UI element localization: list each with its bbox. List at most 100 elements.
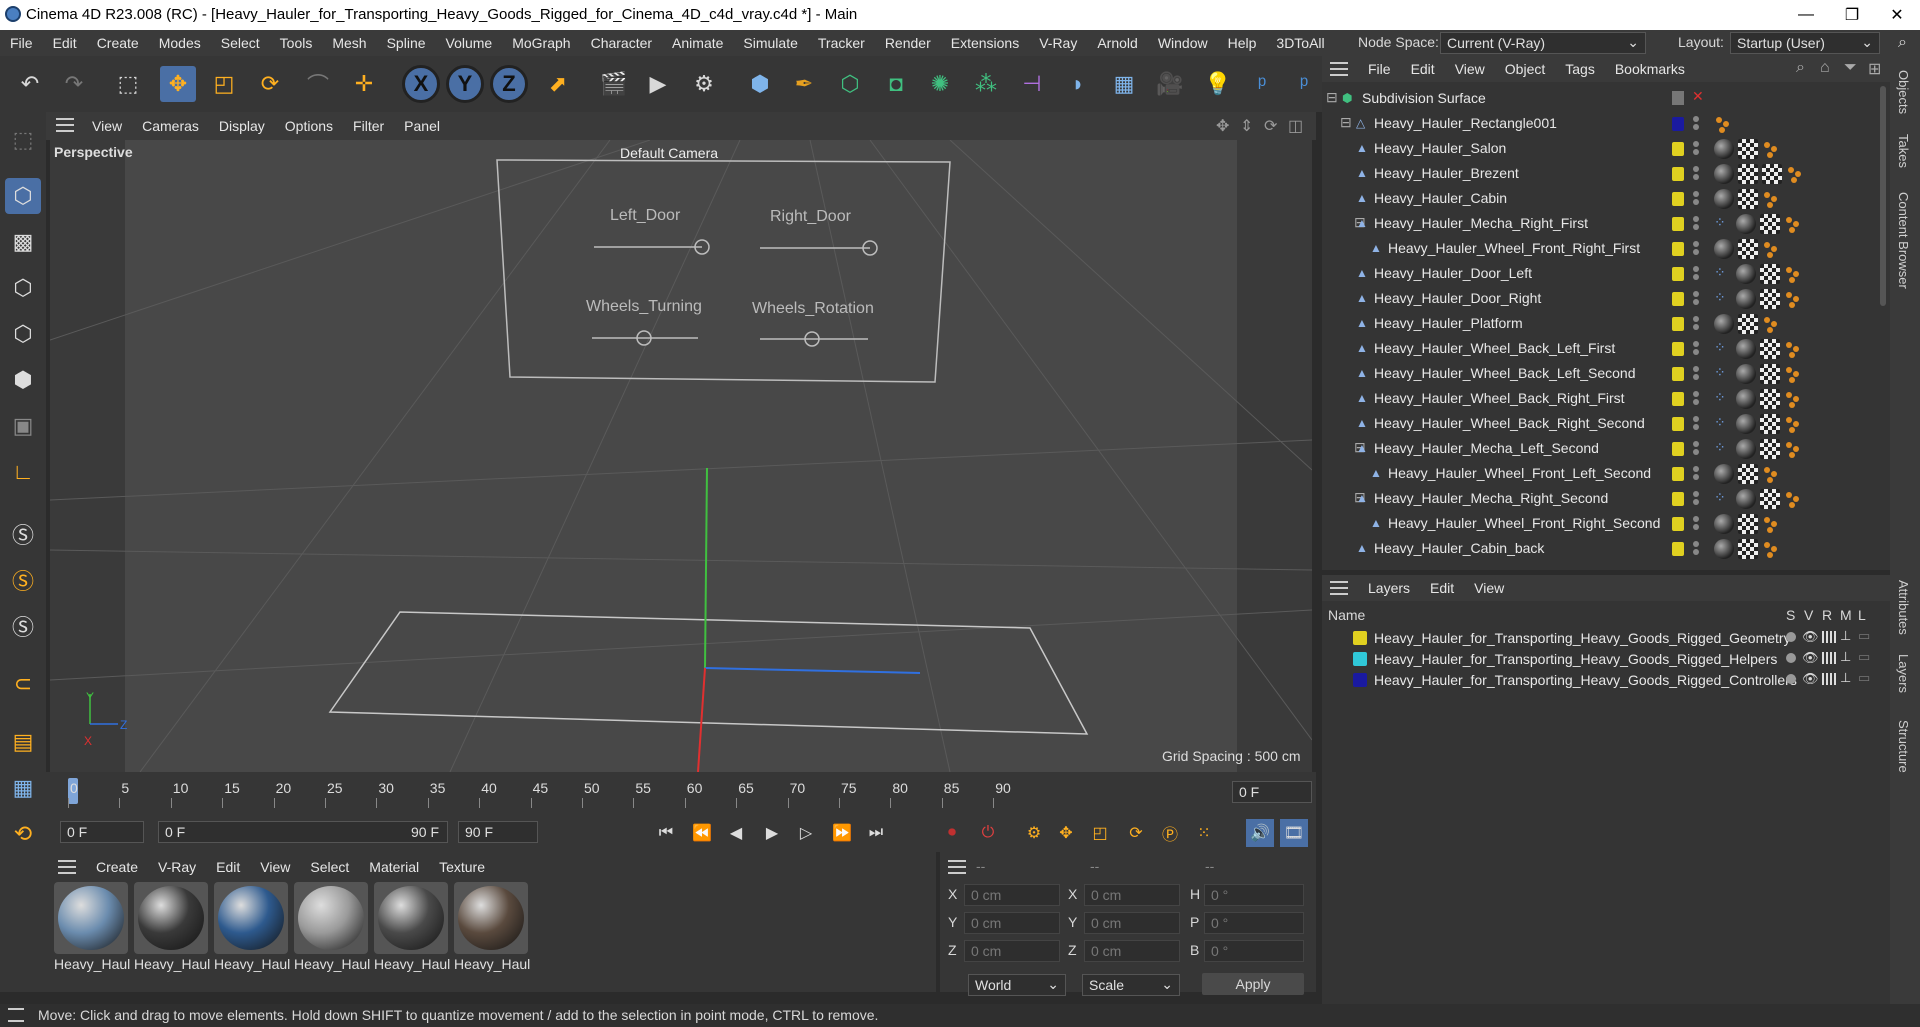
- edit-check-icon[interactable]: [1672, 91, 1684, 105]
- manager-toggle-icon[interactable]: ⊥: [1840, 628, 1851, 644]
- uv-mode-icon[interactable]: ▣: [5, 408, 41, 444]
- current-frame-field[interactable]: 0 F: [1232, 781, 1312, 803]
- material-label[interactable]: Heavy_Haul: [214, 956, 290, 972]
- position-field[interactable]: 0 cm: [964, 912, 1060, 934]
- layout-select[interactable]: Startup (User) ⌄: [1730, 32, 1880, 54]
- key-parameter-icon[interactable]: Ⓟ: [1156, 819, 1184, 847]
- layer-color[interactable]: [1672, 367, 1684, 381]
- visibility-dots[interactable]: [1693, 116, 1699, 130]
- record-icon[interactable]: ⏺: [938, 819, 966, 847]
- 3d-viewport[interactable]: Perspective Default Camera Left_Door Rig…: [50, 140, 1312, 772]
- main-menu-item[interactable]: Render: [875, 35, 941, 51]
- main-menu-item[interactable]: File: [0, 35, 43, 51]
- texture-mode-icon[interactable]: ▩: [5, 224, 41, 260]
- texture-tag-icon[interactable]: [1760, 414, 1780, 434]
- key-position-icon[interactable]: ✥: [1052, 819, 1080, 847]
- texture-tag-icon[interactable]: [1760, 214, 1780, 234]
- z-axis-lock-button[interactable]: Z: [490, 65, 528, 103]
- viewport-menu-item[interactable]: Display: [209, 118, 275, 134]
- object-menu-item[interactable]: Tags: [1555, 61, 1605, 77]
- rotate-tool-icon[interactable]: ⟳: [252, 66, 288, 102]
- go-to-end-icon[interactable]: ⏭: [862, 819, 890, 847]
- object-menu-item[interactable]: File: [1358, 61, 1401, 77]
- material-menu-item[interactable]: View: [250, 859, 300, 875]
- main-menu-item[interactable]: Spline: [377, 35, 436, 51]
- search-icon[interactable]: ⌕: [1796, 59, 1805, 77]
- pen-spline-icon[interactable]: ✒: [786, 66, 822, 102]
- render-view-icon[interactable]: ▶: [640, 66, 676, 102]
- layer-color[interactable]: [1672, 117, 1684, 131]
- lock-toggle-icon[interactable]: ▭: [1858, 670, 1870, 686]
- hamburger-icon[interactable]: [8, 1008, 24, 1022]
- pan-view-icon[interactable]: ✥: [1216, 116, 1229, 136]
- key-scale-icon[interactable]: ◰: [1086, 819, 1114, 847]
- main-menu-item[interactable]: Character: [581, 35, 662, 51]
- material-tag-icon[interactable]: [1714, 189, 1734, 209]
- main-menu-item[interactable]: Create: [87, 35, 149, 51]
- sound-icon[interactable]: 🔊: [1246, 819, 1274, 847]
- manager-toggle-icon[interactable]: ⊥: [1840, 670, 1851, 686]
- python-icon[interactable]: ᵖ: [1244, 66, 1280, 102]
- selection-tool-icon[interactable]: ⬚: [110, 66, 146, 102]
- texture-tag-icon[interactable]: [1738, 314, 1758, 334]
- lock-toggle-icon[interactable]: ▭: [1858, 628, 1870, 644]
- move-tool-icon[interactable]: ✥: [160, 66, 196, 102]
- xpresso-tag-icon[interactable]: [1762, 189, 1780, 209]
- play-icon[interactable]: ▶: [758, 819, 786, 847]
- main-menu-item[interactable]: V-Ray: [1029, 35, 1087, 51]
- visibility-dots[interactable]: [1693, 491, 1699, 505]
- viewport-menu-item[interactable]: Filter: [343, 118, 394, 134]
- material-tag-icon[interactable]: [1736, 439, 1756, 459]
- magnet-icon[interactable]: ⊂: [5, 666, 41, 702]
- mograph-cloner-icon[interactable]: ✺: [922, 66, 958, 102]
- array-icon[interactable]: ⁂: [968, 66, 1004, 102]
- camera-icon[interactable]: 🎥: [1152, 66, 1188, 102]
- visibility-dots[interactable]: [1693, 441, 1699, 455]
- main-menu-item[interactable]: Select: [211, 35, 270, 51]
- coordinate-system-icon[interactable]: ⬈: [540, 66, 576, 102]
- constraint-tag-icon[interactable]: ⁘: [1714, 439, 1732, 459]
- constraint-tag-icon[interactable]: ⁘: [1714, 389, 1732, 409]
- python-script-icon[interactable]: ᵖ: [1286, 66, 1322, 102]
- solo-toggle[interactable]: [1786, 632, 1796, 642]
- extrude-icon[interactable]: ◘: [878, 66, 914, 102]
- object-row[interactable]: ⊟ ▲ Heavy_Hauler_Mecha_Left_Second ⁘: [1322, 436, 1882, 461]
- xpresso-tag-icon[interactable]: [1762, 139, 1780, 159]
- layer-menu-item[interactable]: Layers: [1358, 580, 1420, 596]
- object-row[interactable]: ▲ Heavy_Hauler_Platform: [1322, 311, 1882, 336]
- layer-color[interactable]: [1672, 192, 1684, 206]
- object-row[interactable]: ▲ Heavy_Hauler_Wheel_Back_Left_Second ⁘: [1322, 361, 1882, 386]
- visibility-dots[interactable]: [1693, 416, 1699, 430]
- disabled-x-icon[interactable]: ✕: [1692, 88, 1704, 105]
- dock-tab[interactable]: Takes: [1896, 134, 1911, 168]
- material-tag-icon[interactable]: [1714, 464, 1734, 484]
- snap-icon[interactable]: Ⓢ: [5, 516, 41, 552]
- make-editable-icon[interactable]: ⬚: [5, 122, 41, 158]
- layer-color[interactable]: [1672, 542, 1684, 556]
- object-scrollbar[interactable]: [1880, 86, 1886, 306]
- texture-tag-icon[interactable]: [1762, 164, 1782, 184]
- lock-workplane-icon[interactable]: ⟲: [5, 816, 41, 852]
- main-menu-item[interactable]: Tools: [270, 35, 323, 51]
- texture-tag-icon[interactable]: [1738, 514, 1758, 534]
- object-menu-item[interactable]: Edit: [1401, 61, 1445, 77]
- end-frame-field[interactable]: 90 F: [458, 821, 538, 843]
- texture-tag-icon[interactable]: [1738, 139, 1758, 159]
- layer-color[interactable]: [1672, 392, 1684, 406]
- solo-toggle[interactable]: [1786, 653, 1796, 663]
- timeline-ruler[interactable]: 0 5 10 15 20 25 30 35 40 45 50 55 60 65 70 75 80 85 90 0 F: [46, 772, 1316, 812]
- main-menu-item[interactable]: Edit: [43, 35, 87, 51]
- collapse-icon[interactable]: ⊟: [1340, 114, 1352, 131]
- eye-icon[interactable]: 👁: [1802, 671, 1819, 687]
- constraint-tag-icon[interactable]: ⁘: [1714, 264, 1732, 284]
- layer-color[interactable]: [1672, 342, 1684, 356]
- render-region-icon[interactable]: 🎬: [596, 66, 632, 102]
- xpresso-tag-icon[interactable]: [1714, 114, 1732, 134]
- texture-tag-icon[interactable]: [1760, 264, 1780, 284]
- material-menu-item[interactable]: Select: [300, 859, 359, 875]
- material-tag-icon[interactable]: [1736, 364, 1756, 384]
- transform-tool-icon[interactable]: ✛: [346, 66, 382, 102]
- visibility-dots[interactable]: [1693, 191, 1699, 205]
- xpresso-tag-icon[interactable]: [1762, 514, 1780, 534]
- dock-tab[interactable]: Layers: [1896, 654, 1911, 693]
